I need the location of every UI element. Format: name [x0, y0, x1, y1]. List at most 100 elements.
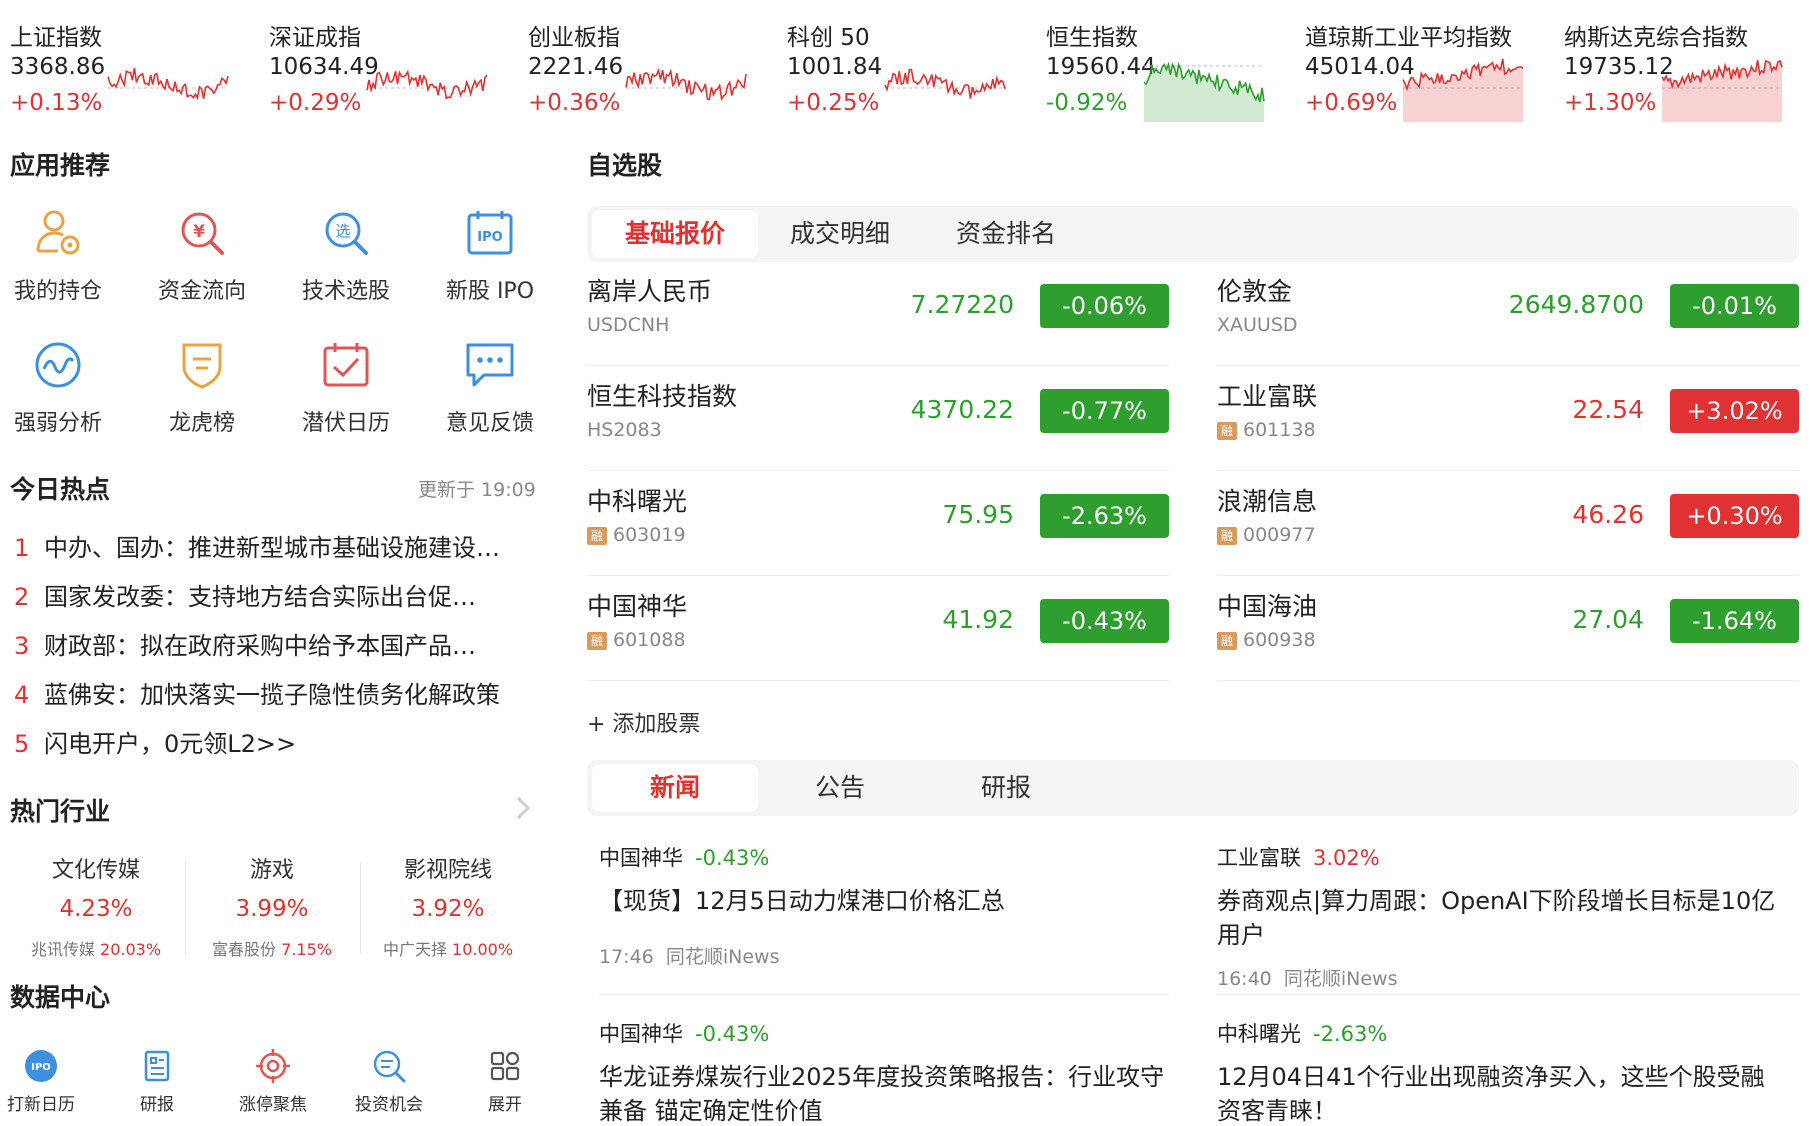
stock-price: 7.27220	[910, 290, 1014, 319]
ipo-icon: IPO	[467, 211, 513, 255]
news-stock: 工业富联	[1217, 846, 1301, 870]
app-strength-analysis[interactable]: 强弱分析	[0, 337, 123, 457]
app-label: 技术选股	[301, 279, 390, 304]
index-name: 深证成指	[269, 25, 361, 51]
stock-code: 600938	[1243, 629, 1316, 651]
nav-ipo-calendar[interactable]: IPO 打新日历	[0, 1048, 99, 1115]
industry-card[interactable]: 游戏 3.99% 富春股份 7.15%	[184, 852, 360, 962]
hot-item[interactable]: 3 财政部：拟在政府采购中给予本国产品…	[14, 626, 534, 675]
app-my-holdings[interactable]: 我的持仓	[0, 205, 123, 325]
index-card-dowjones[interactable]: 道琼斯工业平均指数 45014.04 +0.69%	[1295, 14, 1545, 122]
hot-rank: 1	[14, 534, 30, 562]
stock-row[interactable]: 离岸人民币 USDCNH 7.27220 -0.06%	[587, 262, 1169, 366]
hot-item[interactable]: 2 国家发改委：支持地方结合实际出台促…	[14, 577, 534, 626]
stock-price: 27.04	[1572, 605, 1644, 634]
stock-change-badge: -0.43%	[1040, 599, 1169, 643]
hot-text: 国家发改委：支持地方结合实际出台促…	[44, 583, 476, 611]
tab-news[interactable]: 新闻	[592, 764, 758, 812]
app-feedback[interactable]: 意见反馈	[425, 337, 555, 457]
news-item[interactable]: 中国神华 -0.43% 【现货】12月5日动力煤港口价格汇总 17:46 同花顺i…	[599, 842, 1169, 969]
tab-fund-rank[interactable]: 资金排名	[923, 210, 1089, 258]
industry-card[interactable]: 影视院线 3.92% 中广天择 10.00%	[360, 852, 536, 962]
news-title: 12月04日41个行业出现融资净买入，这些个股受融资客青睐！	[1217, 1063, 1765, 1125]
nav-label: 投资机会	[355, 1095, 423, 1115]
index-card-hangseng[interactable]: 恒生指数 19560.44 -0.92%	[1036, 14, 1286, 122]
index-change: +1.30%	[1564, 90, 1657, 116]
sparkline-area	[1403, 58, 1523, 122]
index-card-nasdaq[interactable]: 纳斯达克综合指数 19735.12 +1.30%	[1554, 14, 1804, 122]
nav-research[interactable]: 研报	[99, 1048, 215, 1115]
industry-card[interactable]: 文化传媒 4.23% 兆讯传媒 20.03%	[8, 852, 184, 962]
add-stock-button[interactable]: + 添加股票	[587, 706, 700, 738]
news-tabbar: 新闻 公告 研报	[587, 760, 1799, 816]
report-icon	[144, 1050, 170, 1082]
hot-item[interactable]: 5 闪电开户，0元领L2>>	[14, 724, 534, 773]
svg-text:选: 选	[335, 222, 350, 240]
news-source: 同花顺iNews	[665, 946, 780, 968]
stock-price: 2649.8700	[1508, 290, 1644, 319]
app-dragon-tiger[interactable]: 龙虎榜	[137, 337, 267, 457]
news-time: 16:40	[1217, 968, 1272, 990]
app-new-ipo[interactable]: IPO 新股 IPO	[425, 205, 555, 325]
margin-badge: 融	[587, 632, 607, 650]
stock-row[interactable]: 伦敦金 XAUUSD 2649.8700 -0.01%	[1217, 262, 1799, 366]
news-item[interactable]: 中科曙光 -2.63% 12月04日41个行业出现融资净买入，这些个股受融资客青睐…	[1217, 1018, 1787, 1126]
calendar-check-icon	[323, 343, 369, 387]
stock-row[interactable]: 浪潮信息 融 000977 46.26 +0.30%	[1217, 472, 1799, 576]
hot-item[interactable]: 1 中办、国办：推进新型城市基础设施建设…	[14, 528, 534, 577]
sparkline-area	[1144, 64, 1264, 122]
stock-picker-icon: 选	[325, 212, 368, 255]
margin-badge: 融	[1217, 422, 1237, 440]
index-sparkline	[625, 67, 747, 102]
hot-rank: 4	[14, 681, 30, 709]
sparkline-line	[625, 67, 747, 102]
index-card-shanghai[interactable]: 上证指数 3368.86 +0.13%	[0, 14, 250, 118]
news-item[interactable]: 中国神华 -0.43% 华龙证券煤炭行业2025年度投资策略报告：行业攻守兼备 锚…	[599, 1018, 1169, 1126]
news-item[interactable]: 工业富联 3.02% 券商观点|算力周跟：OpenAI下阶段增长目标是10亿用户 …	[1217, 842, 1787, 991]
tab-announcements[interactable]: 公告	[757, 764, 923, 812]
hot-title: 今日热点	[10, 475, 111, 504]
tab-trade-detail[interactable]: 成交明细	[757, 210, 923, 258]
hot-text: 财政部：拟在政府采购中给予本国产品…	[44, 632, 476, 660]
nav-expand[interactable]: 展开	[447, 1048, 563, 1115]
index-card-star50[interactable]: 科创 50 1001.84 +0.25%	[777, 14, 1027, 118]
app-lurk-calendar[interactable]: 潜伏日历	[281, 337, 411, 457]
stock-row[interactable]: 恒生科技指数 HS2083 4370.22 -0.77%	[587, 367, 1169, 471]
news-stock-pct: -0.43%	[695, 1022, 770, 1046]
industry-lead-stock: 富春股份	[212, 940, 277, 959]
nav-opportunities[interactable]: 投资机会	[331, 1048, 447, 1115]
divider	[599, 994, 1169, 995]
index-sparkline	[366, 69, 488, 100]
apps-title: 应用推荐	[10, 151, 111, 180]
index-card-chinext[interactable]: 创业板指 2221.46 +0.36%	[518, 14, 768, 118]
news-source: 同花顺iNews	[1283, 968, 1398, 990]
stock-name: 离岸人民币	[587, 277, 713, 306]
tab-basic-quote[interactable]: 基础报价	[592, 210, 758, 258]
chevron-right-icon[interactable]	[514, 795, 532, 821]
app-money-flow[interactable]: ¥ 资金流向	[137, 205, 267, 325]
app-label: 新股 IPO	[445, 279, 535, 304]
svg-text:¥: ¥	[193, 222, 205, 242]
stock-name: 工业富联	[1217, 382, 1318, 411]
divider	[1217, 994, 1799, 995]
stock-row[interactable]: 工业富联 融 601138 22.54 +3.02%	[1217, 367, 1799, 471]
shield-rank-icon	[182, 343, 222, 389]
hot-item[interactable]: 4 蓝佛安：加快落实一揽子隐性债务化解政策	[14, 675, 534, 724]
index-sparkline	[884, 68, 1006, 99]
stock-code: 603019	[613, 524, 686, 546]
stock-row[interactable]: 中国海油 融 600938 27.04 -1.64%	[1217, 577, 1799, 681]
app-label: 潜伏日历	[301, 411, 390, 436]
nav-limit-up[interactable]: 涨停聚焦	[215, 1048, 331, 1115]
industry-name: 文化传媒	[51, 858, 140, 883]
stock-price: 75.95	[942, 500, 1014, 529]
stock-row[interactable]: 中科曙光 融 603019 75.95 -2.63%	[587, 472, 1169, 576]
index-card-shenzhen[interactable]: 深证成指 10634.49 +0.29%	[259, 14, 509, 118]
sparkline-line	[366, 69, 488, 100]
stock-row[interactable]: 中国神华 融 601088 41.92 -0.43%	[587, 577, 1169, 681]
news-title: 华龙证券煤炭行业2025年度投资策略报告：行业攻守兼备 锚定确定性价值	[599, 1063, 1165, 1125]
stock-change-badge: -0.01%	[1670, 284, 1799, 328]
app-tech-picker[interactable]: 选 技术选股	[281, 205, 411, 325]
index-strip: 上证指数 3368.86 +0.13% 深证成指 10634.49 +0.29%…	[0, 0, 1812, 122]
tab-research-reports[interactable]: 研报	[923, 764, 1089, 812]
target-icon	[256, 1049, 290, 1083]
